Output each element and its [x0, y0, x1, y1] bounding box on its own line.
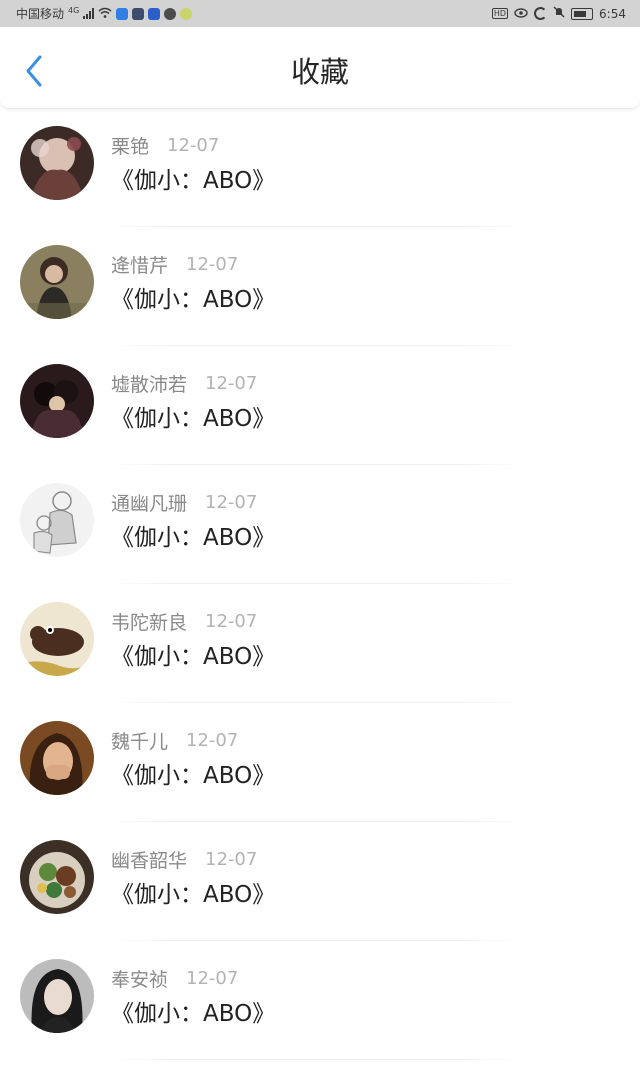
user-name[interactable]: 逄惜芹 [111, 251, 168, 278]
signal-icon [83, 8, 95, 19]
avatar-photo-3 [20, 364, 94, 438]
user-name[interactable]: 韦陀新良 [111, 608, 187, 635]
avatar-photo-4 [20, 483, 94, 557]
name-row: 韦陀新良 12-07 [111, 608, 258, 635]
list-item[interactable]: 逄惜芹 12-07 《伽小：ABO》 [0, 227, 640, 346]
avatar-photo-7 [20, 840, 94, 914]
favorite-content[interactable]: 《伽小：ABO》 [111, 761, 275, 791]
date: 12-07 [205, 848, 258, 870]
network-label: 4G [68, 6, 80, 15]
avatar[interactable] [20, 840, 94, 914]
name-row: 幽香韶华 12-07 [111, 846, 258, 873]
list-item[interactable]: 墟散沛若 12-07 《伽小：ABO》 [0, 346, 640, 465]
name-row: 魏千儿 12-07 [111, 727, 239, 754]
list-item[interactable]: 韦陀新良 12-07 《伽小：ABO》 [0, 584, 640, 703]
list-item[interactable]: 魏千儿 12-07 《伽小：ABO》 [0, 703, 640, 822]
favorite-content[interactable]: 《伽小：ABO》 [111, 166, 275, 196]
avatar[interactable] [20, 364, 94, 438]
name-row: 通幽凡珊 12-07 [111, 489, 258, 516]
battery-icon [571, 7, 594, 20]
name-row: 逄惜芹 12-07 [111, 251, 239, 278]
avatar[interactable] [20, 245, 94, 319]
avatar-photo-5 [20, 602, 94, 676]
favorites-list: 栗铯 12-07 《伽小：ABO》 逄惜芹 12-07 《伽小：ABO》 墟散沛… [0, 108, 640, 1060]
favorite-content[interactable]: 《伽小：ABO》 [111, 880, 275, 910]
user-name[interactable]: 墟散沛若 [111, 370, 187, 397]
list-item[interactable]: 奉安祯 12-07 《伽小：ABO》 [0, 941, 640, 1060]
carrier-label: 中国移动 [16, 7, 65, 21]
avatar[interactable] [20, 721, 94, 795]
user-name[interactable]: 栗铯 [111, 132, 149, 159]
name-row: 栗铯 12-07 [111, 132, 220, 159]
name-row: 墟散沛若 12-07 [111, 370, 258, 397]
user-name[interactable]: 奉安祯 [111, 965, 168, 992]
favorite-content[interactable]: 《伽小：ABO》 [111, 404, 275, 434]
divider [111, 1059, 521, 1060]
avatar-photo-8 [20, 959, 94, 1033]
status-bar: 中国移动 4G HD 6:54 [0, 0, 640, 27]
clock-label: 6:54 [599, 6, 626, 21]
emoji-icon [180, 7, 193, 20]
list-item[interactable]: 栗铯 12-07 《伽小：ABO》 [0, 108, 640, 227]
avatar[interactable] [20, 959, 94, 1033]
app-icon-dark-2 [148, 7, 161, 20]
mute-icon [553, 6, 565, 21]
date: 12-07 [186, 729, 239, 751]
avatar-photo-2 [20, 245, 94, 319]
date: 12-07 [205, 610, 258, 632]
avatar-photo-1 [20, 126, 94, 200]
avatar[interactable] [20, 602, 94, 676]
date: 12-07 [167, 134, 220, 156]
page-title: 收藏 [290, 55, 349, 89]
favorite-content[interactable]: 《伽小：ABO》 [111, 642, 275, 672]
moon-icon [534, 7, 548, 20]
avatar[interactable] [20, 126, 94, 200]
favorite-content[interactable]: 《伽小：ABO》 [111, 523, 275, 553]
favorite-content[interactable]: 《伽小：ABO》 [111, 285, 275, 315]
avatar-photo-6 [20, 721, 94, 795]
app-icon-blue [116, 7, 129, 20]
status-left: 中国移动 4G [16, 0, 193, 27]
page-header: 收藏 [0, 27, 640, 109]
hd-icon: HD [491, 8, 509, 19]
app-icon-dark [132, 7, 145, 20]
date: 12-07 [205, 491, 258, 513]
eye-icon [514, 7, 528, 21]
chat-bubble-icon [164, 7, 177, 20]
favorite-content[interactable]: 《伽小：ABO》 [111, 999, 275, 1029]
name-row: 奉安祯 12-07 [111, 965, 239, 992]
avatar[interactable] [20, 483, 94, 557]
date: 12-07 [186, 253, 239, 275]
list-item[interactable]: 幽香韶华 12-07 《伽小：ABO》 [0, 822, 640, 941]
wifi-icon [98, 7, 112, 21]
date: 12-07 [186, 967, 239, 989]
user-name[interactable]: 通幽凡珊 [111, 489, 187, 516]
user-name[interactable]: 幽香韶华 [111, 846, 187, 873]
status-right: HD 6:54 [491, 0, 626, 27]
list-item[interactable]: 通幽凡珊 12-07 《伽小：ABO》 [0, 465, 640, 584]
date: 12-07 [205, 372, 258, 394]
user-name[interactable]: 魏千儿 [111, 727, 168, 754]
